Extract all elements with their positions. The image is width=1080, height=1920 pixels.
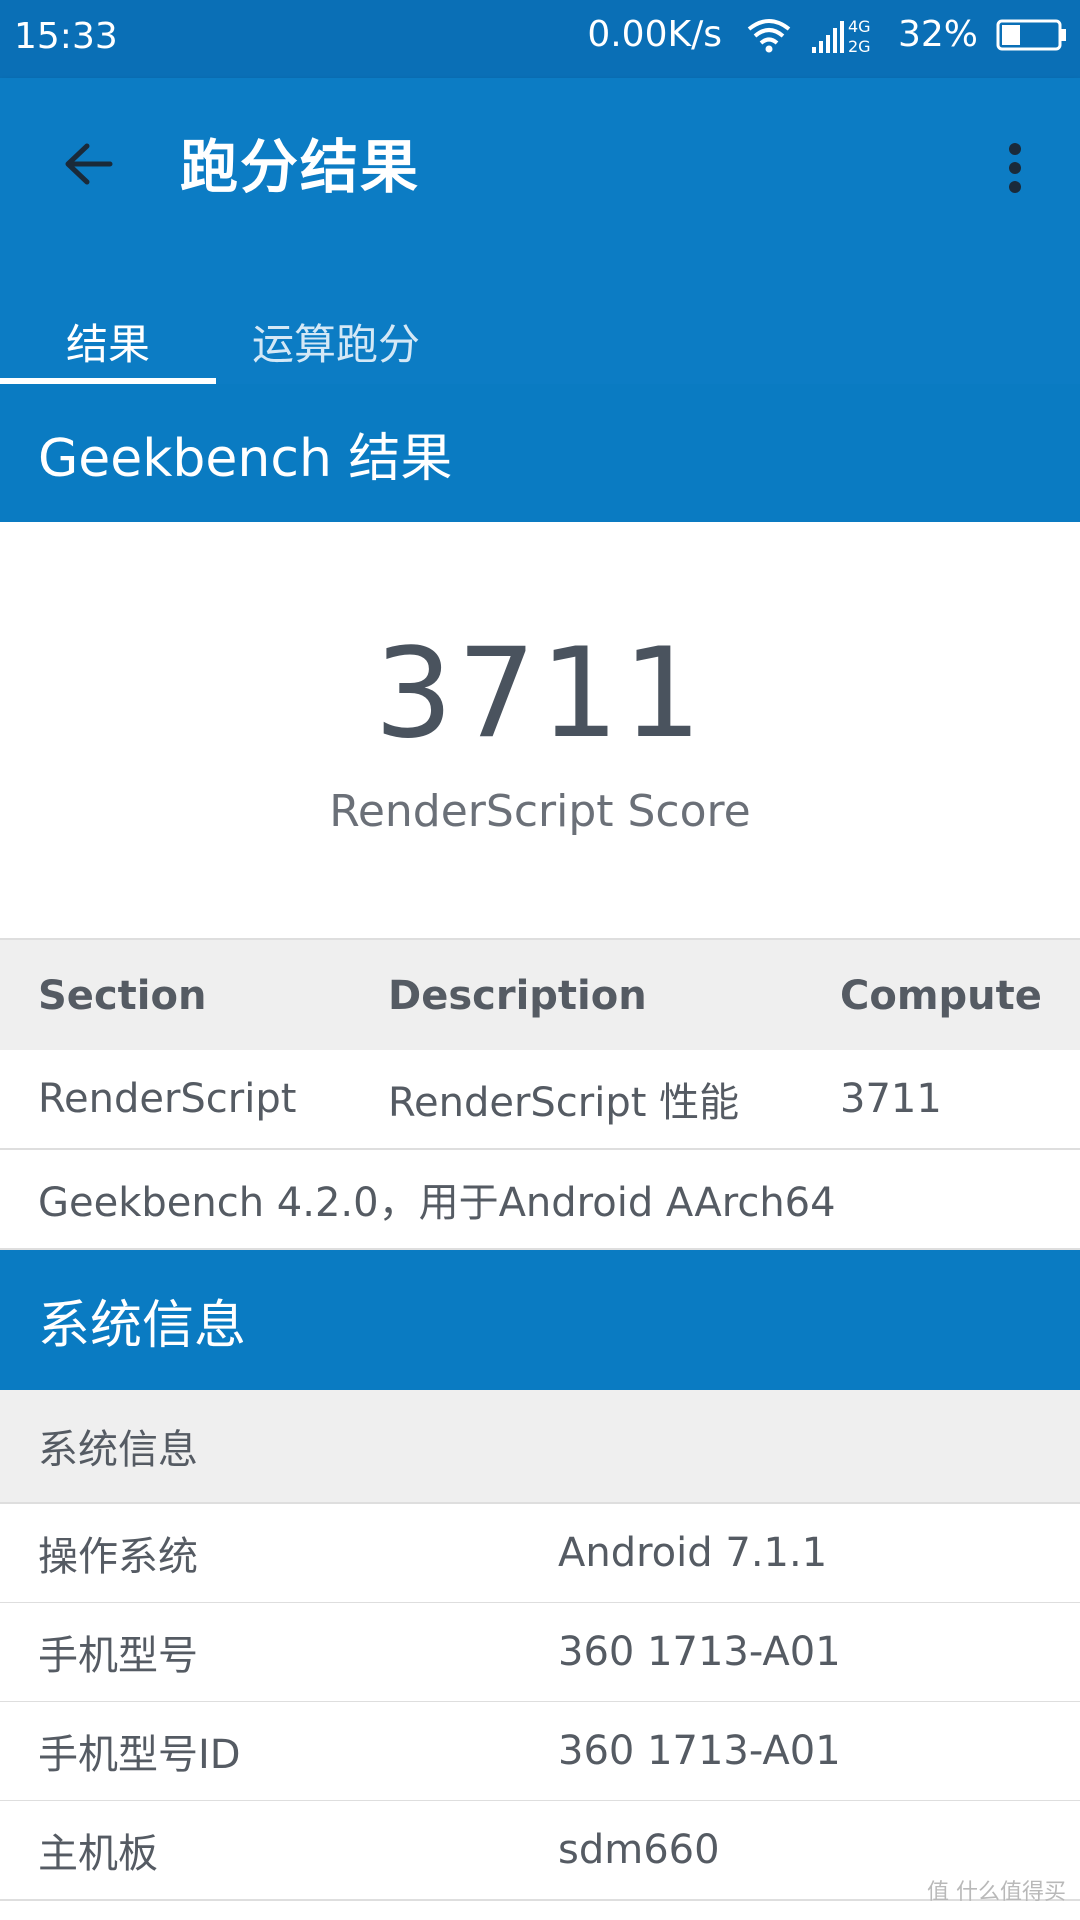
column-header-description: Description xyxy=(388,973,647,1019)
page-title: 跑分结果 xyxy=(180,133,421,201)
back-button[interactable] xyxy=(52,128,124,200)
geekbench-results-header: Geekbench 结果 xyxy=(0,384,1080,522)
battery-icon xyxy=(996,19,1066,50)
status-time: 15:33 xyxy=(14,16,118,57)
table-row: RenderScript RenderScript 性能 3711 xyxy=(0,1050,1080,1150)
status-bar: 15:33 0.00K/s 4G 2G 32% xyxy=(0,0,1080,78)
tab-bar: 结果 运算跑分 xyxy=(0,298,1080,384)
score-label: RenderScript Score xyxy=(329,786,751,837)
arrow-back-icon xyxy=(65,143,113,185)
cell-signal-icon: 4G 2G xyxy=(810,15,880,56)
network-type-4g: 4G xyxy=(848,17,871,36)
info-value: sdm660 xyxy=(558,1827,720,1873)
system-info-header: 系统信息 xyxy=(0,1250,1080,1390)
score-value: 3711 xyxy=(374,622,706,766)
tab-compute-benchmark[interactable]: 运算跑分 xyxy=(216,298,456,384)
column-header-compute: Compute xyxy=(840,973,1042,1019)
version-row: Geekbench 4.2.0，用于Android AArch64 xyxy=(0,1150,1080,1250)
info-row-model: 手机型号 360 1713-A01 xyxy=(0,1603,1080,1703)
info-row-motherboard: 主机板 sdm660 xyxy=(0,1801,1080,1901)
wifi-icon xyxy=(747,18,791,52)
table-cell-section: RenderScript xyxy=(38,1076,297,1122)
watermark: 值 什么值得买 xyxy=(927,1880,1066,1905)
status-right: 0.00K/s 4G 2G 32% xyxy=(587,14,1068,56)
network-type-2g: 2G xyxy=(848,37,871,55)
battery-percent: 32% xyxy=(897,14,978,55)
info-key: 操作系统 xyxy=(38,1534,198,1580)
info-value: Android 7.1.1 xyxy=(558,1530,828,1576)
score-area: 3711 RenderScript Score xyxy=(0,522,1080,938)
table-cell-description: RenderScript 性能 xyxy=(388,1080,740,1126)
more-options-button[interactable] xyxy=(990,128,1040,208)
system-info-subheader: 系统信息 xyxy=(38,1427,198,1473)
tab-results[interactable]: 结果 xyxy=(0,298,216,384)
info-key: 手机型号ID xyxy=(38,1732,241,1778)
column-header-section: Section xyxy=(38,973,207,1019)
network-speed: 0.00K/s xyxy=(587,14,722,55)
system-info-subheader-row: 系统信息 xyxy=(0,1390,1080,1504)
system-info-title: 系统信息 xyxy=(38,1295,247,1356)
info-row-model-id: 手机型号ID 360 1713-A01 xyxy=(0,1702,1080,1802)
table-header-row: Section Description Compute xyxy=(0,938,1080,1054)
info-key: 主机板 xyxy=(38,1831,158,1877)
table-cell-compute: 3711 xyxy=(840,1076,942,1122)
info-row-os: 操作系统 Android 7.1.1 xyxy=(0,1504,1080,1604)
geekbench-version-text: Geekbench 4.2.0，用于Android AArch64 xyxy=(38,1180,836,1226)
info-value: 360 1713-A01 xyxy=(558,1728,841,1774)
info-key: 手机型号 xyxy=(38,1633,198,1679)
geekbench-results-title: Geekbench 结果 xyxy=(38,428,453,489)
app-bar: 跑分结果 结果 运算跑分 xyxy=(0,78,1080,384)
info-value: 360 1713-A01 xyxy=(558,1629,841,1675)
more-vert-icon xyxy=(1009,143,1021,193)
